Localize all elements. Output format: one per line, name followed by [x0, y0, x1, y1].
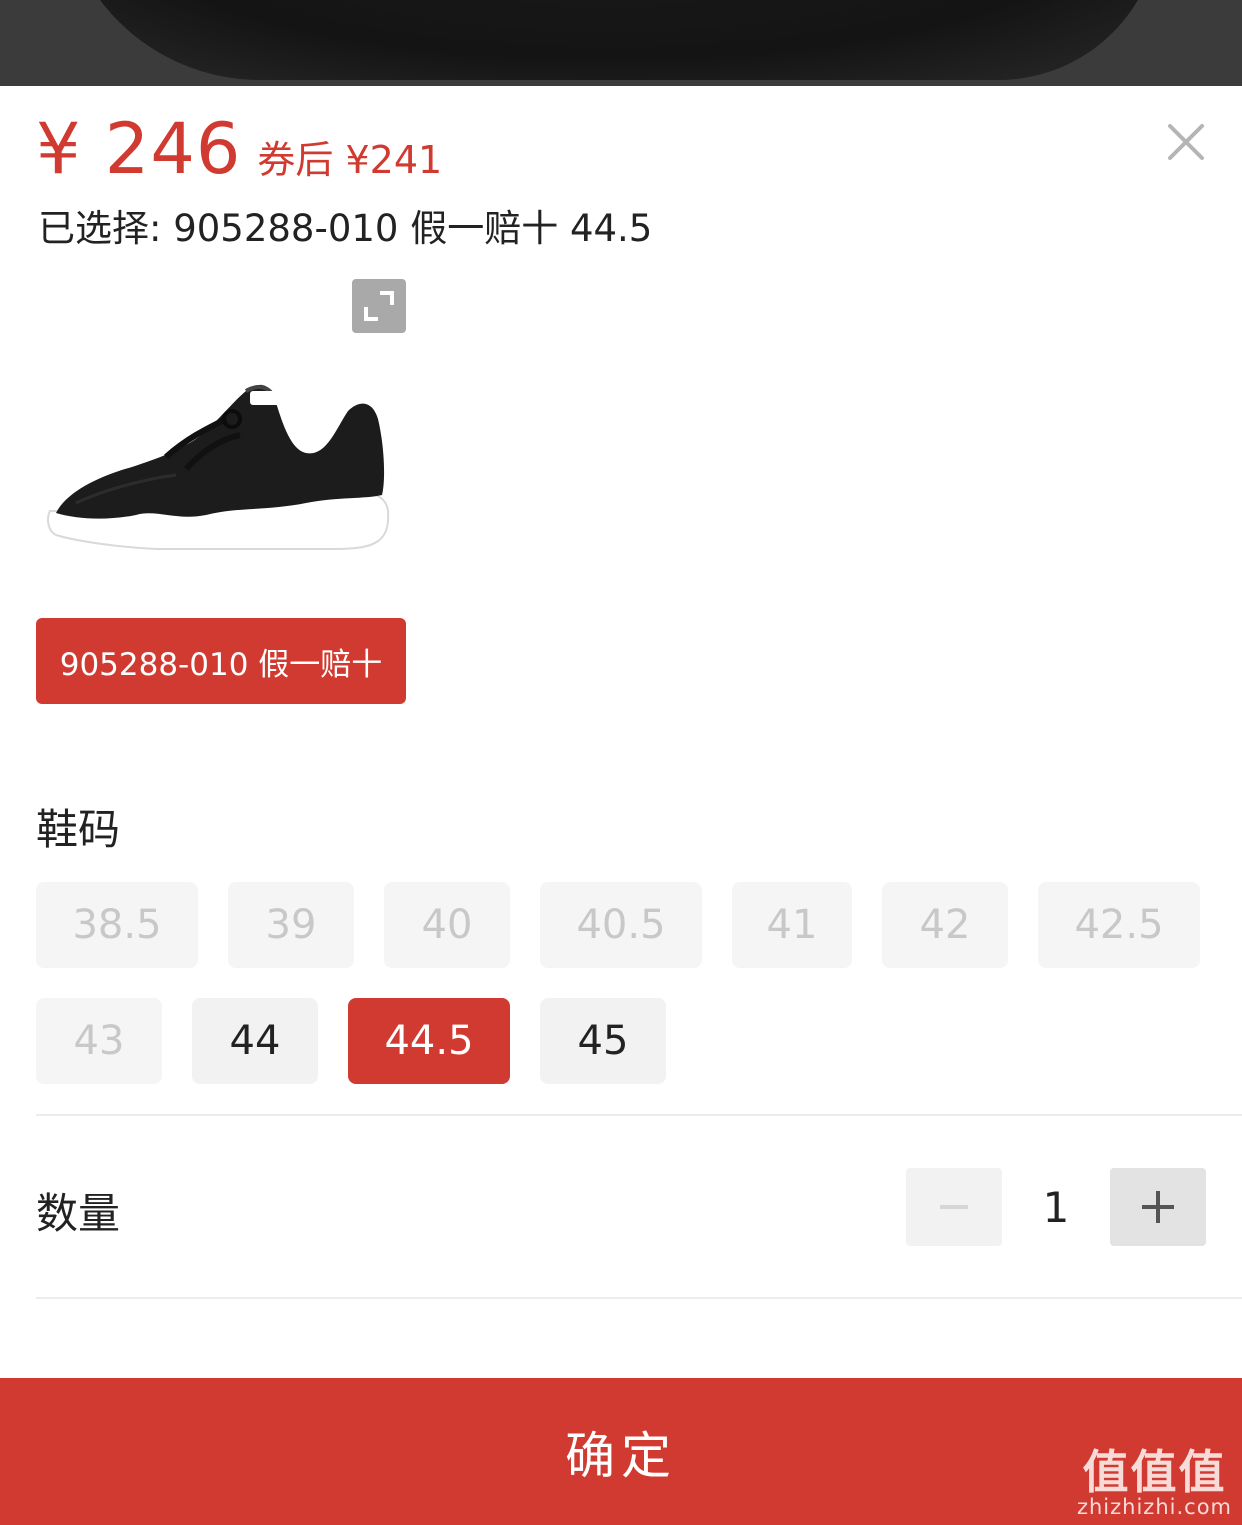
size-option[interactable]: 44: [192, 998, 318, 1084]
price-after-coupon: 券后 ¥241: [257, 138, 443, 182]
quantity-decrease-button[interactable]: [906, 1168, 1002, 1246]
minus-icon: [940, 1205, 968, 1209]
confirm-button[interactable]: 确定 值值值 zhizhizhi.com: [0, 1378, 1242, 1525]
plus-icon: [1142, 1191, 1174, 1223]
variant-option-card[interactable]: 905288-010 假一赔十: [36, 279, 406, 704]
size-option[interactable]: 39: [228, 882, 354, 968]
size-section-title: 鞋码: [36, 805, 121, 854]
selected-summary: 已选择: 905288-010 假一赔十 44.5: [38, 207, 653, 250]
size-option[interactable]: 42: [882, 882, 1008, 968]
price-main: ¥ 246: [36, 108, 242, 190]
price-row: ¥ 246 券后 ¥241: [36, 108, 442, 190]
close-button[interactable]: [1160, 116, 1212, 168]
sku-selector-sheet: ¥ 246 券后 ¥241 已选择: 905288-010 假一赔十 44.5: [0, 86, 1242, 1525]
product-backdrop-image: [0, 0, 1242, 86]
watermark-domain: zhizhizhi.com: [1076, 1495, 1232, 1519]
confirm-label: 确定: [565, 1426, 677, 1485]
quantity-title: 数量: [36, 1189, 121, 1238]
variant-tag-selected[interactable]: 905288-010 假一赔十: [36, 618, 406, 704]
variant-product-image[interactable]: [36, 279, 406, 599]
divider: [36, 1297, 1242, 1299]
watermark-logo: 值值值: [1082, 1445, 1227, 1499]
size-option[interactable]: 43: [36, 998, 162, 1084]
shoe-image: [47, 384, 390, 550]
size-option[interactable]: 45: [540, 998, 666, 1084]
size-option-selected[interactable]: 44.5: [348, 998, 510, 1084]
close-icon: [1168, 124, 1204, 160]
size-option[interactable]: 40.5: [540, 882, 702, 968]
backdrop-shoe-shape: [60, 0, 1160, 80]
quantity-value[interactable]: 1: [1002, 1168, 1110, 1246]
divider: [36, 1114, 1242, 1116]
expand-icon: [364, 291, 394, 321]
size-option[interactable]: 38.5: [36, 882, 198, 968]
size-option[interactable]: 40: [384, 882, 510, 968]
size-option[interactable]: 41: [732, 882, 852, 968]
expand-image-button[interactable]: [352, 279, 406, 333]
size-option[interactable]: 42.5: [1038, 882, 1200, 968]
quantity-increase-button[interactable]: [1110, 1168, 1206, 1246]
watermark: 值值值 zhizhizhi.com: [1077, 1449, 1232, 1519]
